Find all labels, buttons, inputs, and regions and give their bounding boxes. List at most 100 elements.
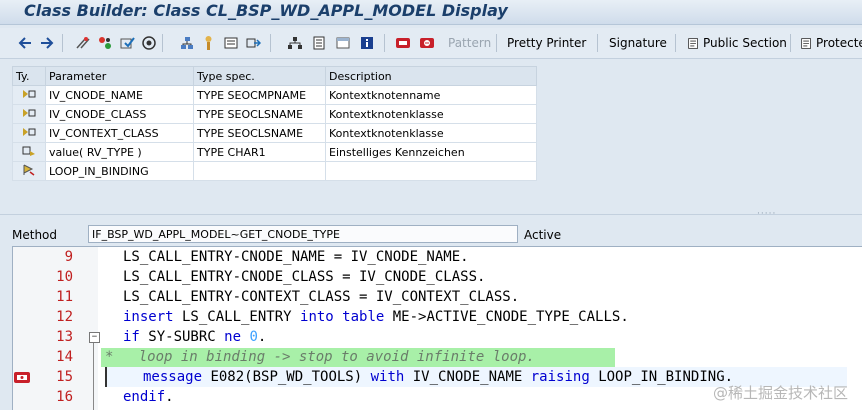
line-number: 11 (56, 289, 73, 305)
code-token: . (257, 329, 267, 345)
importing-param-icon (12, 85, 46, 105)
exception-icon (12, 161, 46, 181)
code-text[interactable]: insert LS_CALL_ENTRY into table ME->ACTI… (123, 307, 629, 327)
watermark: @稀土掘金技术社区 (712, 384, 848, 402)
parameter-cell[interactable]: LOOP_IN_BINDING (45, 161, 194, 181)
inheritance-icon[interactable] (286, 33, 304, 53)
description-cell[interactable]: Kontextknotenklasse (325, 123, 537, 143)
code-line[interactable]: 13 − if SY-SUBRC ne 0. (13, 327, 862, 347)
keyword: if (123, 329, 140, 345)
importing-param-icon (12, 123, 46, 143)
line-number: 10 (56, 269, 73, 285)
parameters-table: Ty. Parameter Type spec. Description IV_… (12, 66, 537, 181)
table-row[interactable]: IV_CNODE_CLASS TYPE SEOCLSNAME Kontextkn… (12, 104, 537, 124)
table-row[interactable]: IV_CNODE_NAME TYPE SEOCMPNAME Kontextkno… (12, 85, 537, 105)
column-header-type-spec[interactable]: Type spec. (193, 66, 326, 86)
column-header-parameter[interactable]: Parameter (45, 66, 194, 86)
hierarchy-icon[interactable] (200, 33, 218, 53)
description-cell[interactable]: Einstelliges Kennzeichen (325, 142, 537, 162)
column-header-ty[interactable]: Ty. (12, 66, 46, 86)
activate-icon[interactable] (140, 33, 158, 53)
importing-param-icon (12, 104, 46, 124)
code-token: . (165, 389, 174, 405)
activation-status: Active (524, 228, 562, 242)
application-toolbar: Pattern Pretty Printer Signature Public … (0, 28, 862, 59)
code-line[interactable]: 10 LS_CALL_ENTRY-CNODE_CLASS = IV_CNODE_… (13, 267, 862, 287)
method-name-field[interactable]: IF_BSP_WD_APPL_MODEL~GET_CNODE_TYPE (88, 225, 518, 243)
code-text[interactable]: message E082(BSP_WD_TOOLS) with IV_CNODE… (143, 367, 733, 387)
line-number: 12 (56, 309, 73, 325)
comment-text[interactable]: * loop in binding -> stop to avoid infin… (105, 347, 535, 367)
parameter-cell[interactable]: IV_CNODE_CLASS (45, 104, 194, 124)
toggle-display-change-icon[interactable] (96, 33, 114, 53)
line-number: 15 (56, 369, 73, 385)
line-number: 13 (56, 329, 73, 345)
info-icon[interactable] (358, 33, 376, 53)
check-icon[interactable] (118, 33, 136, 53)
display-object-list-icon[interactable] (222, 33, 240, 53)
code-line[interactable]: 14 * loop in binding -> stop to avoid in… (13, 347, 862, 367)
keyword: ne (224, 329, 242, 345)
title-bar: Class Builder: Class CL_BSP_WD_APPL_MODE… (0, 0, 862, 25)
description-cell[interactable]: Kontextknotenname (325, 85, 537, 105)
code-line[interactable]: 12 insert LS_CALL_ENTRY into table ME->A… (13, 307, 862, 327)
session-breakpoint-icon[interactable] (418, 33, 436, 53)
code-line[interactable]: 9 LS_CALL_ENTRY-CNODE_NAME = IV_CNODE_NA… (13, 247, 862, 267)
keyword: with (370, 369, 405, 385)
table-header-row: Ty. Parameter Type spec. Description (12, 66, 537, 86)
number-literal: 0 (249, 329, 258, 345)
type-spec-cell[interactable]: TYPE CHAR1 (193, 142, 326, 162)
keyword: message (143, 369, 203, 385)
window-title: Class Builder: Class CL_BSP_WD_APPL_MODE… (24, 1, 508, 20)
pretty-printer-button[interactable]: Pretty Printer (507, 33, 586, 53)
code-text[interactable]: LS_CALL_ENTRY-CNODE_NAME = IV_CNODE_NAME… (123, 247, 469, 267)
forward-arrow-icon[interactable] (38, 33, 56, 53)
parameter-cell[interactable]: value( RV_TYPE ) (45, 142, 194, 162)
splitter-divider[interactable] (0, 214, 862, 215)
back-arrow-icon[interactable] (16, 33, 34, 53)
code-token: IV_CNODE_NAME (404, 369, 531, 385)
protected-section-button[interactable]: Protecte (800, 33, 862, 53)
pattern-button[interactable]: Pattern (448, 33, 491, 53)
type-spec-cell[interactable]: TYPE SEOCMPNAME (193, 85, 326, 105)
code-text[interactable]: LS_CALL_ENTRY-CONTEXT_CLASS = IV_CONTEXT… (123, 287, 519, 307)
protected-section-label: Protecte (816, 36, 862, 50)
navigator-icon[interactable] (310, 33, 328, 53)
line-number: 14 (56, 349, 73, 365)
where-used-icon[interactable] (178, 33, 196, 53)
breakpoint-icon[interactable] (394, 33, 412, 53)
local-types-icon[interactable] (334, 33, 352, 53)
table-row[interactable]: LOOP_IN_BINDING (12, 161, 537, 181)
line-number: 16 (56, 389, 73, 405)
keyword: raising (530, 369, 590, 385)
keyword: into table (300, 309, 385, 325)
description-cell[interactable] (325, 161, 537, 181)
type-spec-cell[interactable]: TYPE SEOCLSNAME (193, 104, 326, 124)
parameter-cell[interactable]: IV_CONTEXT_CLASS (45, 123, 194, 143)
enhance-icon[interactable] (244, 33, 262, 53)
public-section-label: Public Section (703, 36, 787, 50)
code-token: SY-SUBRC (139, 329, 225, 345)
parameter-cell[interactable]: IV_CNODE_NAME (45, 85, 194, 105)
code-token: ME->ACTIVE_CNODE_TYPE_CALLS. (384, 309, 629, 325)
code-text[interactable]: endif. (123, 387, 174, 407)
column-header-description[interactable]: Description (325, 66, 537, 86)
section-icon (801, 37, 811, 49)
table-row[interactable]: IV_CONTEXT_CLASS TYPE SEOCLSNAME Kontext… (12, 123, 537, 143)
type-spec-cell[interactable] (193, 161, 326, 181)
public-section-button[interactable]: Public Section (687, 33, 787, 53)
type-spec-cell[interactable]: TYPE SEOCLSNAME (193, 123, 326, 143)
code-text[interactable]: if SY-SUBRC ne 0. (123, 327, 266, 347)
signature-button[interactable]: Signature (609, 33, 667, 53)
code-token: LOOP_IN_BINDING. (589, 369, 734, 385)
table-row[interactable]: value( RV_TYPE ) TYPE CHAR1 Einstelliges… (12, 142, 537, 162)
method-label: Method (12, 228, 58, 242)
keyword: endif (123, 389, 166, 405)
other-object-icon[interactable] (74, 33, 92, 53)
description-cell[interactable]: Kontextknotenklasse (325, 104, 537, 124)
code-line[interactable]: 11 LS_CALL_ENTRY-CONTEXT_CLASS = IV_CONT… (13, 287, 862, 307)
line-number: 9 (64, 249, 73, 265)
code-text[interactable]: LS_CALL_ENTRY-CNODE_CLASS = IV_CNODE_CLA… (123, 267, 485, 287)
breakpoint-marker-icon[interactable] (13, 368, 31, 386)
collapse-block-icon[interactable]: − (89, 332, 100, 343)
